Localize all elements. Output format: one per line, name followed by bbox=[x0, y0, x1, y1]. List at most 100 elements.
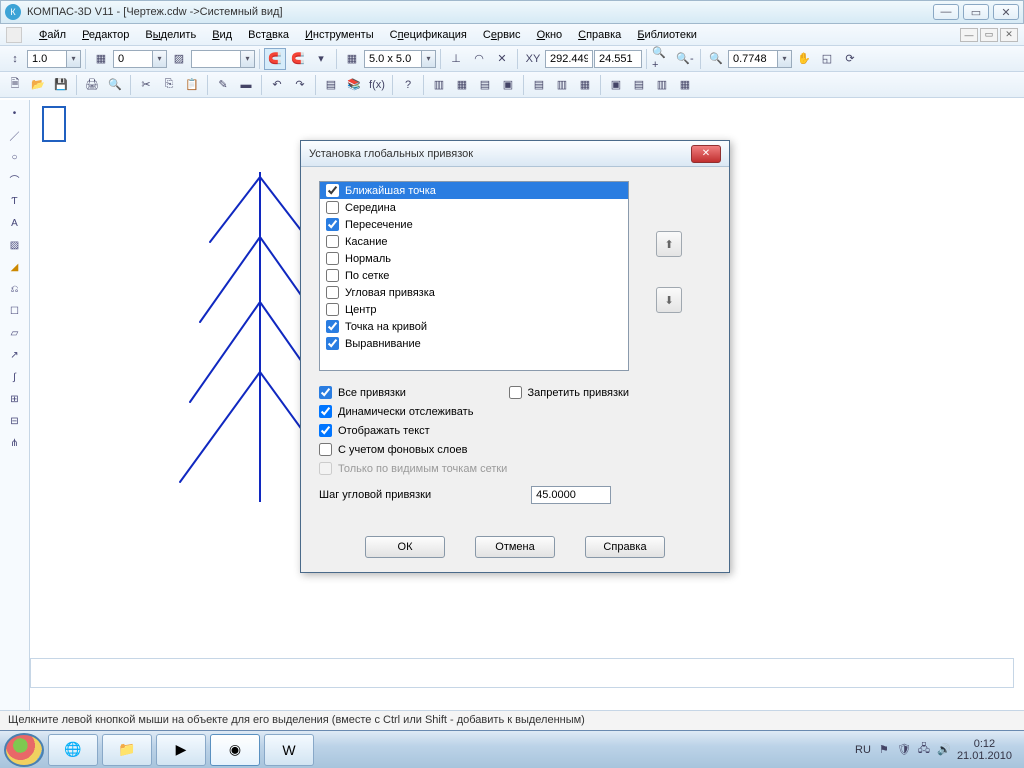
view11-icon[interactable]: ▦ bbox=[674, 74, 696, 96]
circle-tool-icon[interactable]: ○ bbox=[4, 147, 26, 167]
snap-item-checkbox[interactable] bbox=[326, 286, 339, 299]
axis-icon[interactable]: ✕ bbox=[491, 48, 513, 70]
props-icon[interactable]: ✎ bbox=[212, 74, 234, 96]
view2-icon[interactable]: ▦ bbox=[451, 74, 473, 96]
snap-item-checkbox[interactable] bbox=[326, 252, 339, 265]
edit9-icon[interactable]: ⋔ bbox=[4, 433, 26, 453]
snap-item-4[interactable]: Нормаль bbox=[320, 250, 628, 267]
angle-step-input[interactable] bbox=[531, 486, 611, 504]
snap-item-7[interactable]: Центр bbox=[320, 301, 628, 318]
snap-item-checkbox[interactable] bbox=[326, 218, 339, 231]
show-text-checkbox[interactable] bbox=[319, 424, 332, 437]
view8-icon[interactable]: ▣ bbox=[605, 74, 627, 96]
taskbar-kompas[interactable]: ◉ bbox=[210, 734, 260, 766]
line-tool-icon[interactable]: ／ bbox=[4, 125, 26, 145]
taskbar-wmp[interactable]: ▶ bbox=[156, 734, 206, 766]
hatch-tool-icon[interactable]: ▨ bbox=[4, 235, 26, 255]
view4-icon[interactable]: ▣ bbox=[497, 74, 519, 96]
dropdown-icon[interactable]: ▾ bbox=[778, 50, 792, 68]
mdi-minimize[interactable]: — bbox=[960, 28, 978, 42]
move-down-button[interactable]: ⬇ bbox=[656, 287, 682, 313]
snap-item-checkbox[interactable] bbox=[326, 201, 339, 214]
copy-icon[interactable]: ⎘ bbox=[158, 74, 180, 96]
dim-tool-icon[interactable]: A bbox=[4, 213, 26, 233]
menu-help[interactable]: Справка bbox=[571, 27, 628, 43]
edit1-icon[interactable]: ◢ bbox=[4, 257, 26, 277]
new-icon[interactable]: 🗎 bbox=[4, 74, 26, 96]
edit2-icon[interactable]: ⎌ bbox=[4, 279, 26, 299]
snap-item-checkbox[interactable] bbox=[326, 337, 339, 350]
redo-icon[interactable]: ↷ bbox=[289, 74, 311, 96]
edit3-icon[interactable]: ☐ bbox=[4, 301, 26, 321]
taskbar-clock[interactable]: 0:12 21.01.2010 bbox=[957, 738, 1012, 762]
menu-view[interactable]: Вид bbox=[205, 27, 239, 43]
taskbar-ie[interactable]: 🌐 bbox=[48, 734, 98, 766]
function-icon[interactable]: f(x) bbox=[366, 74, 388, 96]
close-button[interactable]: ✕ bbox=[993, 4, 1019, 20]
edit5-icon[interactable]: ↗ bbox=[4, 345, 26, 365]
snap-item-2[interactable]: Пересечение bbox=[320, 216, 628, 233]
snap-item-0[interactable]: Ближайшая точка bbox=[320, 182, 628, 199]
menu-edit[interactable]: Редактор bbox=[75, 27, 136, 43]
snap-item-checkbox[interactable] bbox=[326, 269, 339, 282]
coord-x[interactable] bbox=[545, 50, 593, 68]
snap-list[interactable]: Ближайшая точкаСерединаПересечениеКасани… bbox=[319, 181, 629, 371]
view7-icon[interactable]: ▦ bbox=[574, 74, 596, 96]
layer-combo[interactable]: ▾ bbox=[113, 50, 167, 68]
grid-input[interactable] bbox=[364, 50, 422, 68]
snap-item-9[interactable]: Выравнивание bbox=[320, 335, 628, 352]
snap-item-3[interactable]: Касание bbox=[320, 233, 628, 250]
bg-layers-checkbox[interactable] bbox=[319, 443, 332, 456]
print-icon[interactable]: 🖨 bbox=[81, 74, 103, 96]
layers-icon[interactable]: ▦ bbox=[90, 48, 112, 70]
taskbar-explorer[interactable]: 📁 bbox=[102, 734, 152, 766]
library-icon[interactable]: 📚 bbox=[343, 74, 365, 96]
menu-spec[interactable]: Спецификация bbox=[383, 27, 474, 43]
dynamic-track-checkbox[interactable] bbox=[319, 405, 332, 418]
ok-button[interactable]: ОК bbox=[365, 536, 445, 558]
menu-insert[interactable]: Вставка bbox=[241, 27, 296, 43]
cancel-button[interactable]: Отмена bbox=[475, 536, 555, 558]
menu-select[interactable]: Выделить bbox=[138, 27, 203, 43]
view9-icon[interactable]: ▤ bbox=[628, 74, 650, 96]
layer-input[interactable] bbox=[113, 50, 153, 68]
snap-item-checkbox[interactable] bbox=[326, 303, 339, 316]
all-snaps-checkbox[interactable] bbox=[319, 386, 332, 399]
lang-indicator[interactable]: RU bbox=[855, 744, 871, 756]
tray-volume-icon[interactable]: 🔊 bbox=[937, 743, 951, 757]
point-tool-icon[interactable]: • bbox=[4, 103, 26, 123]
help-button[interactable]: Справка bbox=[585, 536, 665, 558]
menu-tools[interactable]: Инструменты bbox=[298, 27, 381, 43]
text-tool-icon[interactable]: Ƭ bbox=[4, 191, 26, 211]
tray-antivirus-icon[interactable]: 🛡 bbox=[897, 743, 911, 757]
snap-item-checkbox[interactable] bbox=[326, 320, 339, 333]
taskbar-word[interactable]: W bbox=[264, 734, 314, 766]
snap-item-1[interactable]: Середина bbox=[320, 199, 628, 216]
zoom-input[interactable] bbox=[728, 50, 778, 68]
snap-item-checkbox[interactable] bbox=[326, 184, 339, 197]
snap-disabled-icon[interactable]: 🧲 bbox=[287, 48, 309, 70]
dialog-close-button[interactable]: ✕ bbox=[691, 145, 721, 163]
round-icon[interactable]: ◠ bbox=[468, 48, 490, 70]
dropdown-icon[interactable]: ▾ bbox=[422, 50, 436, 68]
snap-item-5[interactable]: По сетке bbox=[320, 267, 628, 284]
specifications-icon[interactable]: ▤ bbox=[320, 74, 342, 96]
view1-icon[interactable]: ▥ bbox=[428, 74, 450, 96]
save-icon[interactable]: 💾 bbox=[50, 74, 72, 96]
scale-input[interactable] bbox=[27, 50, 67, 68]
snap-item-6[interactable]: Угловая привязка bbox=[320, 284, 628, 301]
preview-icon[interactable]: 🔍 bbox=[104, 74, 126, 96]
snap-item-8[interactable]: Точка на кривой bbox=[320, 318, 628, 335]
maximize-button[interactable]: ▭ bbox=[963, 4, 989, 20]
mdi-close[interactable]: ✕ bbox=[1000, 28, 1018, 42]
zoom-window-icon[interactable]: 🔍 bbox=[705, 48, 727, 70]
ortho-icon[interactable]: ⊥ bbox=[445, 48, 467, 70]
align-left-icon[interactable]: ↕ bbox=[4, 48, 26, 70]
snap-magnet-icon[interactable]: 🧲 bbox=[264, 48, 286, 70]
arc-tool-icon[interactable]: ⌒ bbox=[4, 169, 26, 189]
zoom-in-icon[interactable]: 🔍+ bbox=[651, 48, 673, 70]
menu-libs[interactable]: Библиотеки bbox=[630, 27, 704, 43]
pan-icon[interactable]: ✋ bbox=[793, 48, 815, 70]
edit4-icon[interactable]: ▱ bbox=[4, 323, 26, 343]
scale-combo[interactable]: ▾ bbox=[27, 50, 81, 68]
